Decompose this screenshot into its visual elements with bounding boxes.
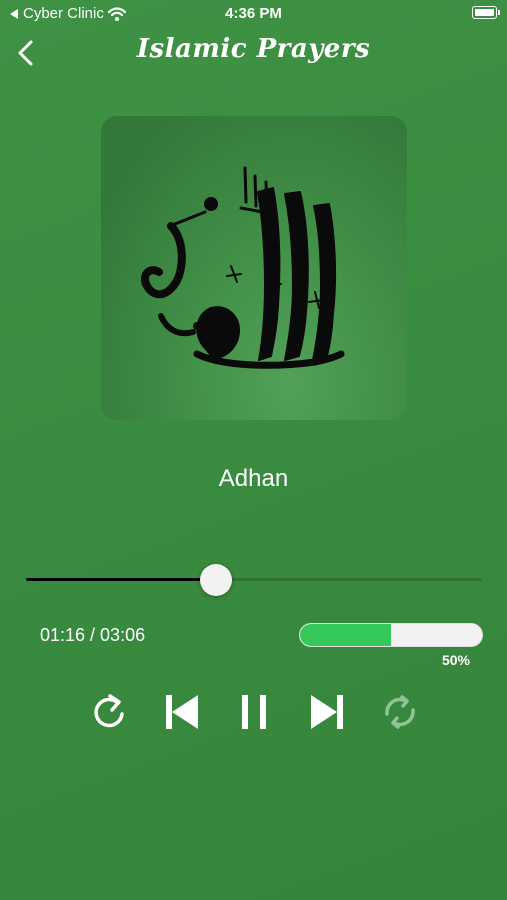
album-artwork: [101, 116, 407, 420]
pause-button[interactable]: [232, 690, 276, 734]
previous-button[interactable]: [160, 690, 204, 734]
nav-bar: Islamic Prayers: [0, 28, 507, 76]
skip-previous-icon: [166, 695, 198, 729]
playback-controls: [0, 690, 507, 734]
shuffle-icon: [385, 695, 415, 729]
next-button[interactable]: [305, 690, 349, 734]
track-title: Adhan: [218, 465, 289, 492]
status-bar: Cyber Clinic 4:36 PM: [0, 0, 507, 28]
allah-calligraphy-image: [140, 166, 345, 369]
page-title: Islamic Prayers: [136, 34, 371, 64]
pause-icon: [242, 695, 266, 729]
repeat-icon: [94, 694, 124, 728]
seek-thumb[interactable]: [200, 564, 232, 596]
seek-fill: [26, 578, 216, 581]
elapsed-time-label: 01:16 / 03:06: [40, 625, 146, 645]
skip-next-icon: [311, 695, 343, 729]
battery-icon: [472, 6, 500, 19]
shuffle-button[interactable]: [378, 690, 422, 734]
volume-percent-label: 50%: [441, 652, 470, 668]
repeat-button[interactable]: [88, 690, 132, 734]
status-time: 4:36 PM: [225, 5, 282, 22]
seek-slider[interactable]: [26, 564, 482, 596]
volume-fill: [300, 624, 391, 646]
volume-slider[interactable]: [299, 623, 483, 647]
